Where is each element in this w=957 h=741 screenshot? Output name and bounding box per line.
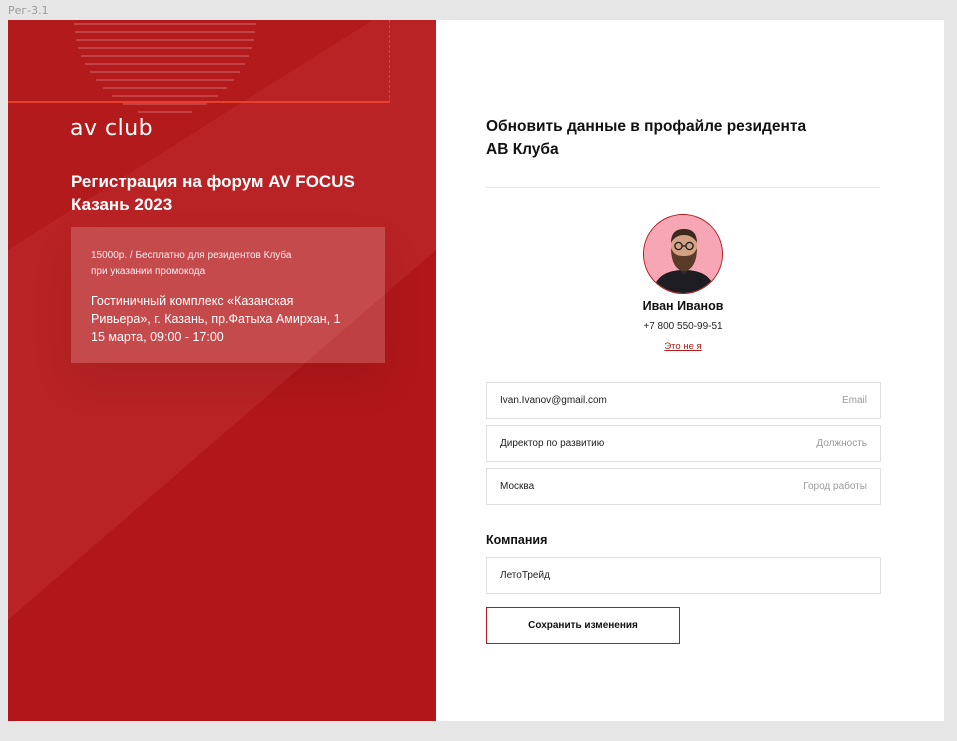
work-city-field[interactable]: Москва Город работы <box>486 468 881 505</box>
event-info-panel: av club Регистрация на форум AV FOCUS Ка… <box>8 20 436 721</box>
position-placeholder: Должность <box>816 438 867 449</box>
email-placeholder: Email <box>841 395 867 406</box>
email-field[interactable]: Ivan.Ivanov@gmail.com Email <box>486 382 881 419</box>
page-title: Обновить данные в профайле резидента АВ … <box>486 115 866 161</box>
event-datetime: 15 марта, 09:00 - 17:00 <box>91 330 224 344</box>
not-me-link[interactable]: Это не я <box>586 341 780 352</box>
work-city-placeholder: Город работы <box>803 481 867 492</box>
av-club-logo: av club <box>70 116 154 141</box>
price-line: 15000р. / Бесплатно для резидентов Клуба <box>91 250 292 261</box>
divider <box>486 187 880 188</box>
venue-line: Гостиничный комплекс «Казанская <box>91 294 294 308</box>
user-phone: +7 800 550-99-51 <box>643 321 723 332</box>
page-title-line: АВ Клуба <box>486 141 559 158</box>
event-title-line: Регистрация на форум AV FOCUS <box>71 172 355 191</box>
work-city-value: Москва <box>500 481 535 492</box>
position-field[interactable]: Директор по развитию Должность <box>486 425 881 462</box>
company-value: ЛетоТрейд <box>500 570 550 581</box>
page-title-line: Обновить данные в профайле резидента <box>486 118 807 135</box>
price-line: при указании промокода <box>91 266 206 277</box>
profile-update-form: Обновить данные в профайле резидента АВ … <box>436 20 944 721</box>
event-info-card: 15000р. / Бесплатно для резидентов Клуба… <box>71 227 385 363</box>
user-name: Иван Иванов <box>642 299 724 313</box>
event-title-line: Казань 2023 <box>71 195 173 214</box>
position-value: Директор по развитию <box>500 438 605 449</box>
design-guide-line <box>389 20 390 103</box>
registration-artboard: av club Регистрация на форум AV FOCUS Ка… <box>8 20 944 721</box>
venue-line: Ривьера», г. Казань, пр.Фатыха Амирхан, … <box>91 312 341 326</box>
user-avatar-icon <box>644 215 722 293</box>
event-title: Регистрация на форум AV FOCUS Казань 202… <box>71 170 391 216</box>
save-changes-button[interactable]: Сохранить изменения <box>486 607 680 644</box>
company-label: Компания <box>486 533 548 547</box>
frame-label: Рег-3.1 <box>8 4 49 17</box>
company-field[interactable]: ЛетоТрейд <box>486 557 881 594</box>
price-info: 15000р. / Бесплатно для резидентов Клуба… <box>91 248 365 280</box>
email-value: Ivan.Ivanov@gmail.com <box>500 395 607 406</box>
design-guide-line <box>8 101 390 103</box>
avatar <box>643 214 723 294</box>
venue-info: Гостиничный комплекс «Казанская Ривьера»… <box>91 292 365 346</box>
